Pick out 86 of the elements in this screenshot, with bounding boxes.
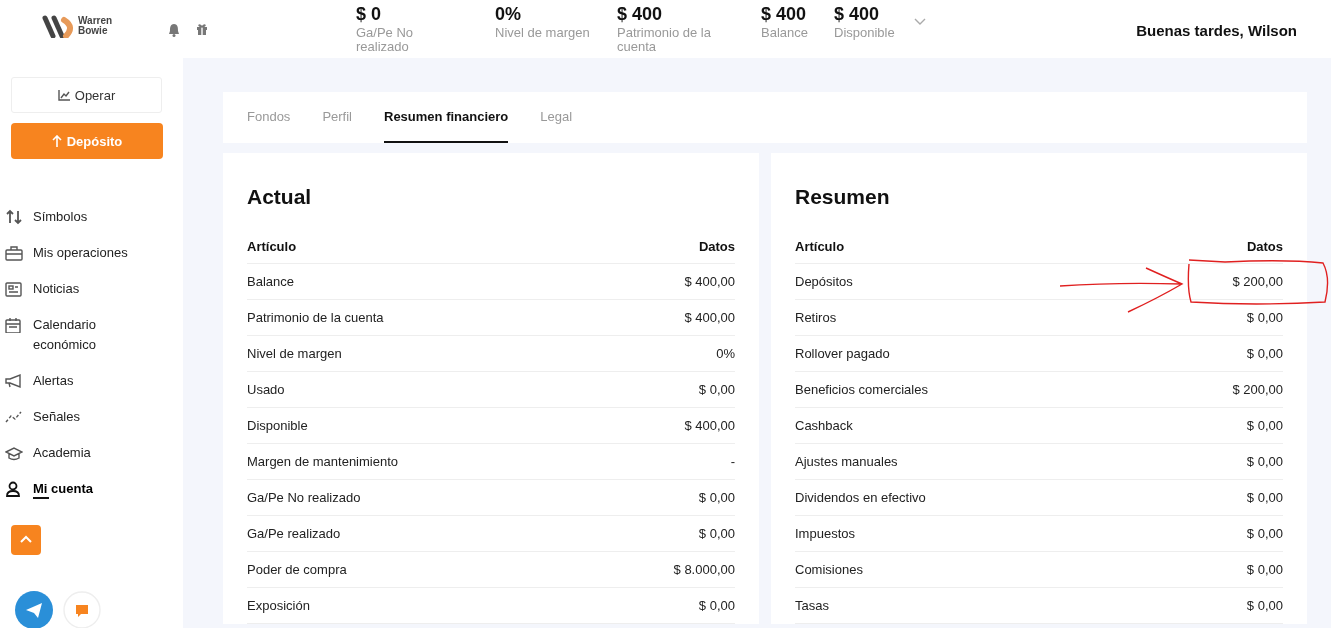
table-cell: Cashback <box>795 418 853 433</box>
logo-icon <box>42 14 76 38</box>
stat-value: $ 400 <box>834 4 881 24</box>
card-title: Resumen <box>795 185 891 209</box>
table-cell: $ 8.000,00 <box>673 562 735 577</box>
table-cell: $ 0,00 <box>698 382 735 397</box>
user-icon <box>5 481 23 497</box>
table-cell: Poder de compra <box>247 562 347 577</box>
sidebar-item[interactable]: Mis operaciones <box>5 235 183 271</box>
graduation-cap-icon <box>5 445 23 461</box>
sidebar-item[interactable]: Calendario económico <box>5 307 183 363</box>
stat-label: Nivel de margen <box>495 26 591 40</box>
table-cell: Exposición <box>247 598 310 613</box>
logo-text: Warren <box>78 16 113 26</box>
table-cell: $ 0,00 <box>698 526 735 541</box>
table-cell: $ 0,00 <box>1246 346 1283 361</box>
chevron-down-icon[interactable] <box>914 18 926 26</box>
table-cell: Dividendos en efectivo <box>795 490 926 505</box>
up-down-arrows-icon <box>5 209 23 225</box>
sidebar-item[interactable]: Academia <box>5 435 183 471</box>
table-cell: Beneficios comerciales <box>795 382 928 397</box>
sidebar-item[interactable]: Símbolos <box>5 199 183 235</box>
table-cell: Tasas <box>795 598 829 613</box>
table-cell: $ 0,00 <box>1246 454 1283 469</box>
table-cell: Depósitos <box>795 274 853 289</box>
table-cell: Balance <box>247 274 294 289</box>
stat-value: 0% <box>495 4 522 24</box>
sidebar-item[interactable]: Alertas <box>5 363 183 399</box>
briefcase-icon <box>5 245 23 261</box>
table-cell: $ 0,00 <box>1246 418 1283 433</box>
table-cell: Usado <box>247 382 285 397</box>
table-cell: $ 400,00 <box>684 274 735 289</box>
stat-label: Balance <box>761 26 809 40</box>
stat-label: Ga/Pe No realizado <box>356 26 415 54</box>
stat-label: Patrimonio de la cuenta <box>617 26 712 54</box>
table-cell: Ga/Pe No realizado <box>247 490 361 505</box>
stat-value: $ 400 <box>761 4 808 24</box>
table-cell: Retiros <box>795 310 837 325</box>
sidebar-item[interactable]: Señales <box>5 399 183 435</box>
chat-icon[interactable] <box>63 591 101 628</box>
table-cell: $ 0,00 <box>698 490 735 505</box>
tab[interactable]: Resumen financiero <box>384 92 509 143</box>
chart-icon <box>57 89 70 101</box>
scroll-up-button[interactable] <box>11 525 41 555</box>
table-cell: Margen de mantenimiento <box>247 454 399 469</box>
arrow-up-icon <box>51 135 62 147</box>
table-cell: Ajustes manuales <box>795 454 898 469</box>
table-cell: $ 400,00 <box>684 310 735 325</box>
table-cell: $ 0,00 <box>1246 490 1283 505</box>
calendar-icon <box>5 317 23 333</box>
table-cell: 0% <box>716 346 735 361</box>
paper-plane-icon[interactable] <box>15 591 53 628</box>
column-header: Datos <box>1246 238 1283 254</box>
table-cell: $ 0,00 <box>1246 526 1283 541</box>
table-cell: $ 0,00 <box>1246 598 1283 613</box>
stat-value: $ 400 <box>617 4 664 24</box>
table-cell: $ 200,00 <box>1232 382 1283 397</box>
table-cell: $ 200,00 <box>1232 274 1283 289</box>
newspaper-icon <box>5 281 23 297</box>
logo-text: Bowie <box>78 26 109 36</box>
column-header: Artículo <box>795 238 845 254</box>
table-cell: Disponible <box>247 418 308 433</box>
column-header: Datos <box>698 238 735 254</box>
stat-label: Disponible <box>834 26 896 40</box>
megaphone-icon <box>5 373 23 389</box>
column-header: Artículo <box>247 238 297 254</box>
table-cell: $ 0,00 <box>1246 310 1283 325</box>
table-cell: - <box>730 454 735 469</box>
table-cell: $ 0,00 <box>1246 562 1283 577</box>
card-title: Actual <box>247 185 313 209</box>
table-cell: Patrimonio de la cuenta <box>247 310 384 325</box>
table-cell: Nivel de margen <box>247 346 342 361</box>
table-cell: Comisiones <box>795 562 863 577</box>
table-cell: Rollover pagado <box>795 346 890 361</box>
sidebar-item[interactable]: Mi cuenta <box>5 471 183 507</box>
sidebar-item[interactable]: Noticias <box>5 271 183 307</box>
table-cell: $ 400,00 <box>684 418 735 433</box>
greeting-text: Buenas tardes, Wilson <box>1136 22 1297 39</box>
operate-button[interactable]: Operar <box>11 77 162 113</box>
gift-icon[interactable] <box>196 23 208 35</box>
table-cell: $ 0,00 <box>698 598 735 613</box>
line-chart-icon <box>5 409 23 425</box>
bell-icon[interactable] <box>168 23 180 37</box>
stat-value: $ 0 <box>356 4 383 24</box>
table-cell: Impuestos <box>795 526 855 541</box>
table-cell: Ga/Pe realizado <box>247 526 341 541</box>
